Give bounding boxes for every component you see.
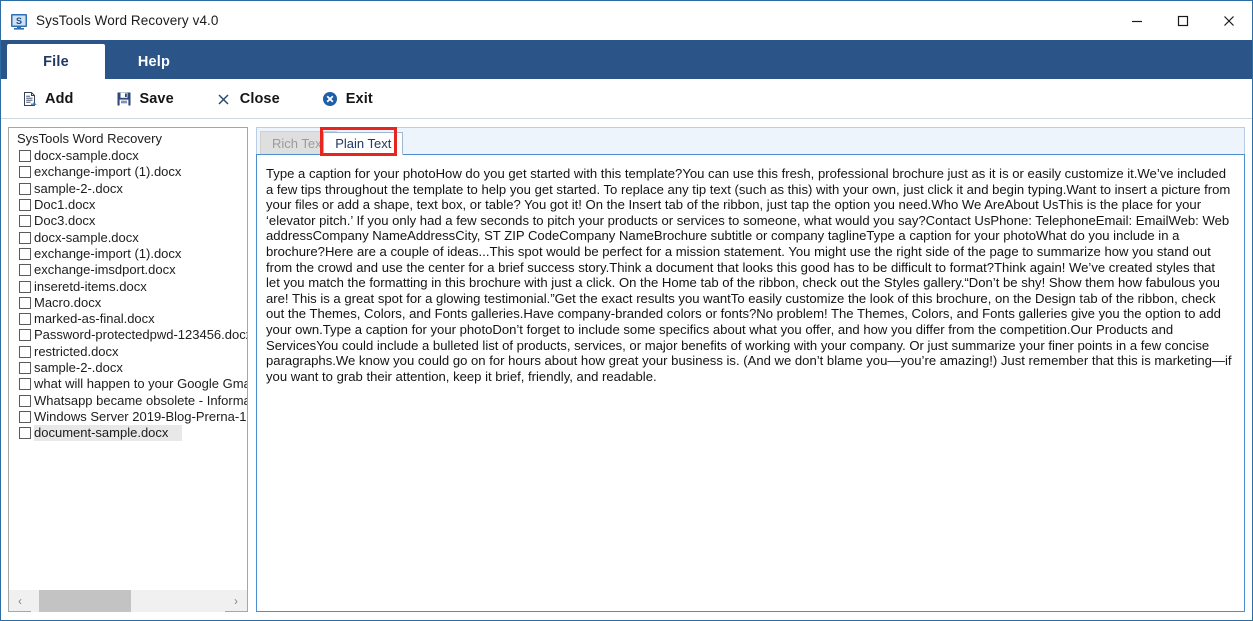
scroll-left-arrow-icon[interactable]: ‹ [9, 590, 31, 612]
window-title: SysTools Word Recovery v4.0 [36, 13, 219, 28]
file-checkbox[interactable] [19, 362, 31, 374]
file-checkbox[interactable] [19, 215, 31, 228]
file-name-label: document-sample.docx [34, 425, 183, 442]
file-name-label: Doc1.docx [34, 197, 96, 213]
file-checkbox[interactable] [19, 280, 31, 293]
file-list-item[interactable]: inseretd-items.docx [9, 278, 247, 294]
file-list-item[interactable]: sample-2-.docx [9, 181, 247, 197]
title-bar-left: S SysTools Word Recovery v4.0 [1, 12, 219, 30]
title-bar: S SysTools Word Recovery v4.0 [1, 1, 1252, 40]
file-name-label: Doc3.docx [34, 213, 96, 229]
file-list-root-label: SysTools Word Recovery [17, 131, 162, 146]
minimize-button[interactable] [1114, 1, 1160, 40]
toolbar: Add Save Close Exit [1, 79, 1252, 119]
window-controls [1114, 1, 1252, 40]
file-checkbox[interactable] [19, 264, 31, 277]
scroll-right-arrow-icon[interactable]: › [225, 590, 247, 612]
file-list-item[interactable]: restricted.docx [9, 344, 247, 360]
exit-button[interactable]: Exit [318, 88, 377, 109]
file-checkbox[interactable] [19, 199, 31, 212]
file-list-item[interactable]: exchange-import (1).docx [9, 164, 247, 180]
file-checkbox[interactable] [19, 296, 31, 309]
ribbon-tab-help-label: Help [137, 53, 171, 70]
exit-circle-x-icon [322, 90, 339, 107]
file-checkbox[interactable] [19, 345, 31, 358]
file-name-label: Whatsapp became obsolete - Informative [34, 392, 247, 408]
document-body-text: Type a caption for your photoHow do you … [266, 166, 1232, 384]
plain-text-viewer[interactable]: Type a caption for your photoHow do you … [256, 154, 1245, 612]
application-window: S SysTools Word Recovery v4.0 File Help … [0, 0, 1253, 621]
exit-button-label: Exit [345, 90, 373, 107]
floppy-disk-icon [116, 90, 133, 107]
file-name-label: Macro.docx [34, 294, 102, 310]
file-checkbox[interactable] [19, 247, 31, 260]
file-list-item[interactable]: exchange-import (1).docx [9, 246, 247, 262]
file-checkbox[interactable] [19, 150, 31, 163]
preview-tab-strip: Rich Text Plain Text [256, 127, 1245, 156]
ribbon-tab-bar: File Help [1, 40, 1252, 79]
file-list-item[interactable]: marked-as-final.docx [9, 311, 247, 327]
file-list-item[interactable]: Doc1.docx [9, 197, 247, 213]
file-list-item[interactable]: Whatsapp became obsolete - Informative [9, 392, 247, 408]
file-list-item[interactable]: docx-sample.docx [9, 148, 247, 164]
tab-rich-text-label: Rich Text [272, 135, 326, 151]
main-content: SysTools Word Recovery docx-sample.docx e… [1, 119, 1252, 620]
maximize-button[interactable] [1160, 1, 1206, 40]
document-add-icon [21, 90, 38, 107]
file-name-label: docx-sample.docx [34, 148, 139, 164]
file-name-label: inseretd-items.docx [34, 278, 147, 294]
file-list-item[interactable]: what will happen to your Google Gmail a [9, 376, 247, 392]
file-name-label: exchange-import (1).docx [34, 164, 182, 180]
add-button[interactable]: Add [17, 88, 78, 109]
file-name-label: exchange-import (1).docx [34, 245, 182, 261]
close-x-icon [216, 90, 233, 107]
close-button-label: Close [239, 90, 280, 107]
file-list[interactable]: SysTools Word Recovery docx-sample.docx e… [9, 128, 247, 589]
ribbon-tab-file[interactable]: File [7, 44, 105, 79]
ribbon-tab-file-label: File [43, 53, 69, 70]
file-checkbox[interactable] [19, 427, 31, 440]
file-name-label: sample-2-.docx [34, 360, 123, 375]
preview-pane: Rich Text Plain Text Type a caption for … [256, 127, 1245, 612]
save-button-label: Save [139, 90, 174, 107]
file-list-item[interactable]: Doc3.docx [9, 213, 247, 229]
file-list-horizontal-scrollbar[interactable]: ‹ › [9, 589, 247, 612]
file-list-rows: docx-sample.docx exchange-import (1).docx… [9, 148, 247, 442]
file-list-item[interactable]: sample-2-.docx [9, 360, 247, 376]
file-name-label: sample-2-.docx [34, 180, 123, 196]
file-list-item[interactable]: exchange-imsdport.docx [9, 262, 247, 278]
file-name-label: Password-protectedpwd-123456.docx [34, 327, 247, 343]
file-name-label: docx-sample.docx [34, 229, 139, 245]
close-button-toolbar[interactable]: Close [212, 88, 284, 109]
file-list-item[interactable]: Password-protectedpwd-123456.docx [9, 327, 247, 343]
file-name-label: marked-as-final.docx [34, 311, 155, 327]
file-list-item[interactable]: Windows Server 2019-Blog-Prerna-1.doc [9, 409, 247, 425]
file-name-label: restricted.docx [34, 343, 119, 359]
save-button[interactable]: Save [112, 88, 178, 109]
file-list-item[interactable]: Macro.docx [9, 295, 247, 311]
file-checkbox[interactable] [19, 394, 31, 407]
file-name-label: exchange-imsdport.docx [34, 262, 176, 278]
scrollbar-track[interactable] [31, 589, 225, 612]
file-checkbox[interactable] [19, 182, 31, 195]
file-list-item[interactable]: docx-sample.docx [9, 229, 247, 245]
add-button-label: Add [45, 90, 74, 107]
systools-logo-icon: S [10, 12, 28, 30]
file-checkbox[interactable] [19, 410, 31, 423]
ribbon-tab-help[interactable]: Help [105, 44, 203, 79]
file-list-panel: SysTools Word Recovery docx-sample.docx e… [8, 127, 248, 612]
file-checkbox[interactable] [19, 329, 31, 342]
file-name-label: Windows Server 2019-Blog-Prerna-1.doc [34, 408, 247, 424]
file-checkbox[interactable] [19, 166, 31, 179]
scrollbar-thumb[interactable] [39, 589, 131, 612]
file-checkbox[interactable] [19, 313, 31, 326]
svg-text:S: S [16, 16, 22, 26]
file-list-item[interactable]: document-sample.docx [9, 425, 247, 442]
file-checkbox[interactable] [19, 378, 31, 391]
tab-plain-text-label: Plain Text [335, 136, 392, 151]
file-name-label: what will happen to your Google Gmail a [34, 376, 247, 392]
close-button[interactable] [1206, 1, 1252, 40]
file-checkbox[interactable] [19, 231, 31, 244]
tab-plain-text[interactable]: Plain Text [323, 132, 404, 155]
